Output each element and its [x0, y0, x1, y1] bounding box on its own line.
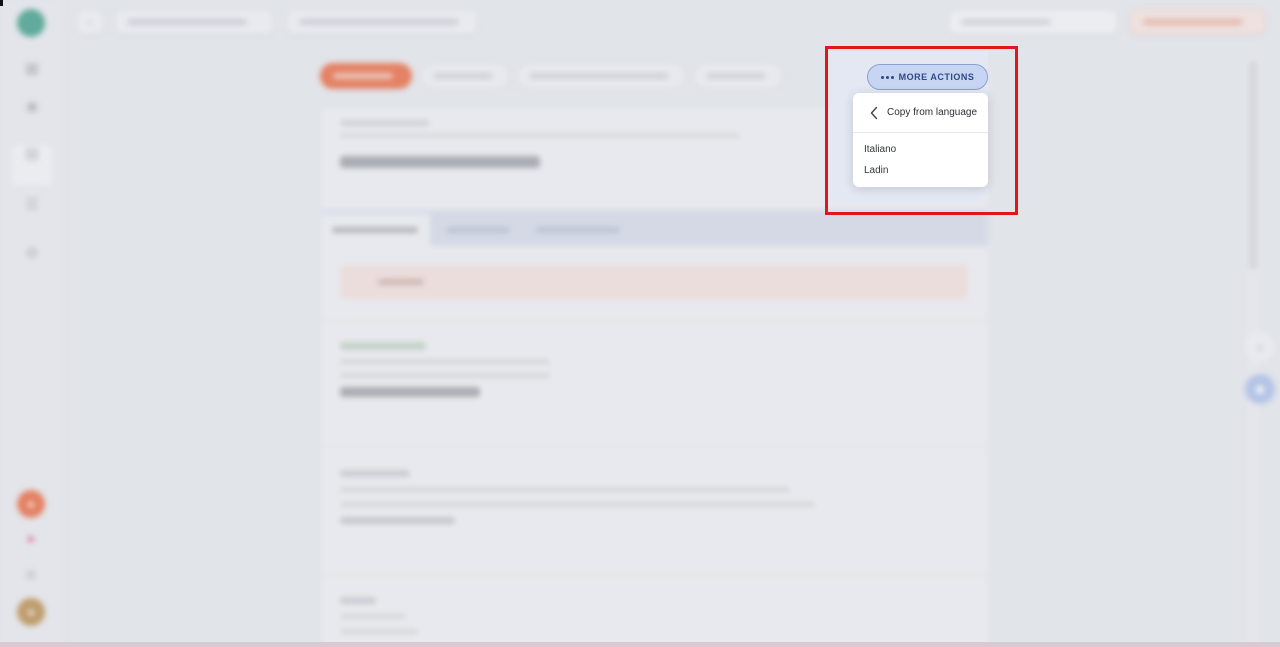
language-option-label: Italiano: [864, 144, 897, 155]
language-option-ladin[interactable]: Ladin: [853, 160, 988, 181]
copy-from-language-header[interactable]: Copy from language: [853, 93, 988, 133]
chevron-left-icon: [865, 104, 883, 122]
language-option-italiano[interactable]: Italiano: [853, 139, 988, 160]
more-actions-button[interactable]: MORE ACTIONS: [867, 64, 988, 90]
cursor-fragment: [0, 0, 3, 6]
language-option-label: Ladin: [864, 165, 889, 176]
more-actions-label: MORE ACTIONS: [898, 72, 975, 82]
bottom-strip: [0, 642, 1280, 647]
copy-from-language-label: Copy from language: [887, 107, 978, 118]
dim-overlay: [0, 0, 1280, 647]
more-dots-icon: [880, 75, 894, 79]
copy-language-dropdown: Copy from language Italiano Ladin: [853, 93, 988, 187]
